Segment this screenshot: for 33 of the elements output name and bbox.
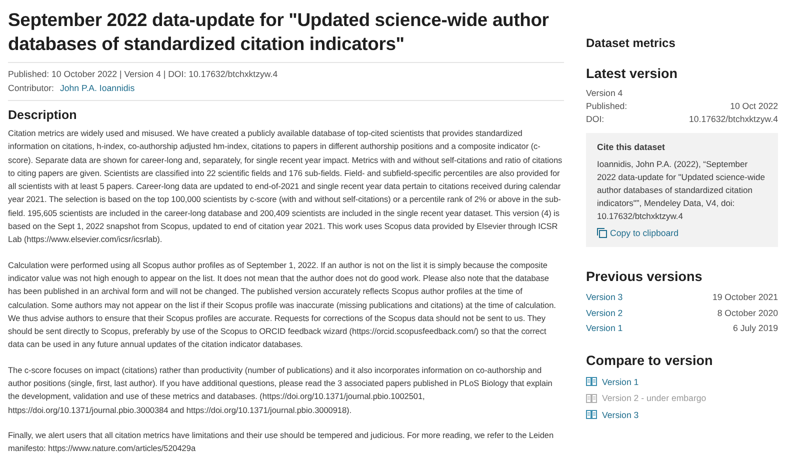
field-value: 10 Oct 2022 [730,100,778,113]
version-link[interactable]: Version 3 [586,290,623,306]
version-date: 19 October 2021 [712,291,778,304]
version-link[interactable]: Version 2 [586,306,623,321]
contributor-link[interactable]: John P.A. Ioannidis [60,81,135,95]
compare-icon [586,410,597,420]
sidebar-heading: Latest version [586,66,679,81]
compare-icon [586,394,597,403]
description-paragraph: Finally, we alert users that all citation metrics have limitations and their use should be tempered and judicious. For more reading, we refer to the Leiden manifesto: https://www.nature.com/articles/520429a [8,428,555,456]
version-date: 8 October 2020 [717,306,778,320]
sidebar-heading: Dataset metrics [586,36,676,50]
sidebar-heading: Previous versions [586,269,704,284]
contributor-label: Contributor: [8,82,54,95]
sidebar-heading: Compare to version [586,352,714,368]
dataset-title: September 2022 data-update for "Updated science-wide author databases of standardized citation indicators" [8,8,550,56]
compare-icon [586,377,597,386]
card-heading: Cite this dataset [597,142,666,152]
field-value: 10.17632/btchxktzyw.4 [688,113,778,126]
copy-icon [597,228,607,238]
description-paragraph: Citation metrics are widely used and misused. We have created a publicly available database of top-cited scientists that provides standardized information on citations, h-index, co-authorship adjusted hm-index, citations to papers in different authorship positions and a composite indicator (c-score). Separate data are shown for career-long and, separately, for single recent year impact. Metrics with and without self-citations and ratio of citations to citing papers are given. Scientists are classified into 22 scientific fields and 176 sub-fields. Field- and subfield-specific percentiles are also provided for all scientists with at least 5 papers. Career-long data are updated to end-of-2021 and single recent year data pertain to citations received during calendar year 2021. The selection is based on the top 100,000 scientists by c-score (with and without self-citations) or a percentile rank of 2% or above in the sub-field. 195,605 scientists are included in the career-long database and 200,409 scientists are included in the single recent year dataset. This version (4) is based on the Sept 1, 2022 snapshot from Scopus, updated to end of citation year 2021. This work uses Scopus data provided by Elsevier through ICSR Lab (https://www.elsevier.com/icsr/icsrlab). [8,127,564,246]
version-date: 6 July 2019 [733,322,778,335]
compare-link[interactable]: Version 1 [586,374,778,390]
copy-button[interactable]: Copy to clipboard [597,228,678,238]
section-heading: Description [8,108,78,122]
field-label: Published: [586,100,628,113]
field-label: DOI: [586,113,604,126]
compare-link[interactable]: Version 3 [586,406,778,423]
version-link[interactable]: Version 1 [586,321,623,336]
description-paragraph: Calculation were performed using all Scopus author profiles as of September 1, 2022. If an author is not on the list it is simply because the composite indicator value was not high enough to appear on the list. It does not mean that the author does not do good work. Please also note that the database has been published in an archival form and will not be changed. The published version accurately reflects Scopus author profiles at the time of calculation. Some authors may not appear on the list if their Scopus profile was inaccurate (missing publications and citations) at the time of calculation. We thus advise authors to ensure that their Scopus profiles are accurate. Requests for corrections of the Scopus data should not be sent to us. They should be sent directly to Scopus, preferably by use of the Scopus to ORCID feedback wizard (https://orcid.scopusfeedback.com/) so that the correct data can be used in any future annual updates of the citation indicator databases. [8,258,557,352]
version-label: Version 4 [586,87,624,100]
citation-text: Ioannidis, John P.A. (2022), “September 2022 data-update for "Updated science-wide author databases of standardized citation indicators"”, Mendeley Data, V4, doi: 10.17632/btchxktzyw.4 [597,158,766,223]
description-paragraph: The c-score focuses on impact (citations) rather than productivity (number of publications) and it also incorporates information on co-authorship and author positions (single, first, last author). If you have additional questions, please read the 3 associated papers published in PLoS Biology that explain the development, validation and use of these metrics and databases. (https://doi.org/10.1371/journal.pbio.1002501, https://doi.org/10.1371/journal.pbio.3000384 and https://doi.org/10.1371/journal.pbio.3000918). [8,364,554,417]
publication-info: Published: 10 October 2022 | Version 4 | DOI: 10.17632/btchxktzyw.4 [8,68,279,81]
